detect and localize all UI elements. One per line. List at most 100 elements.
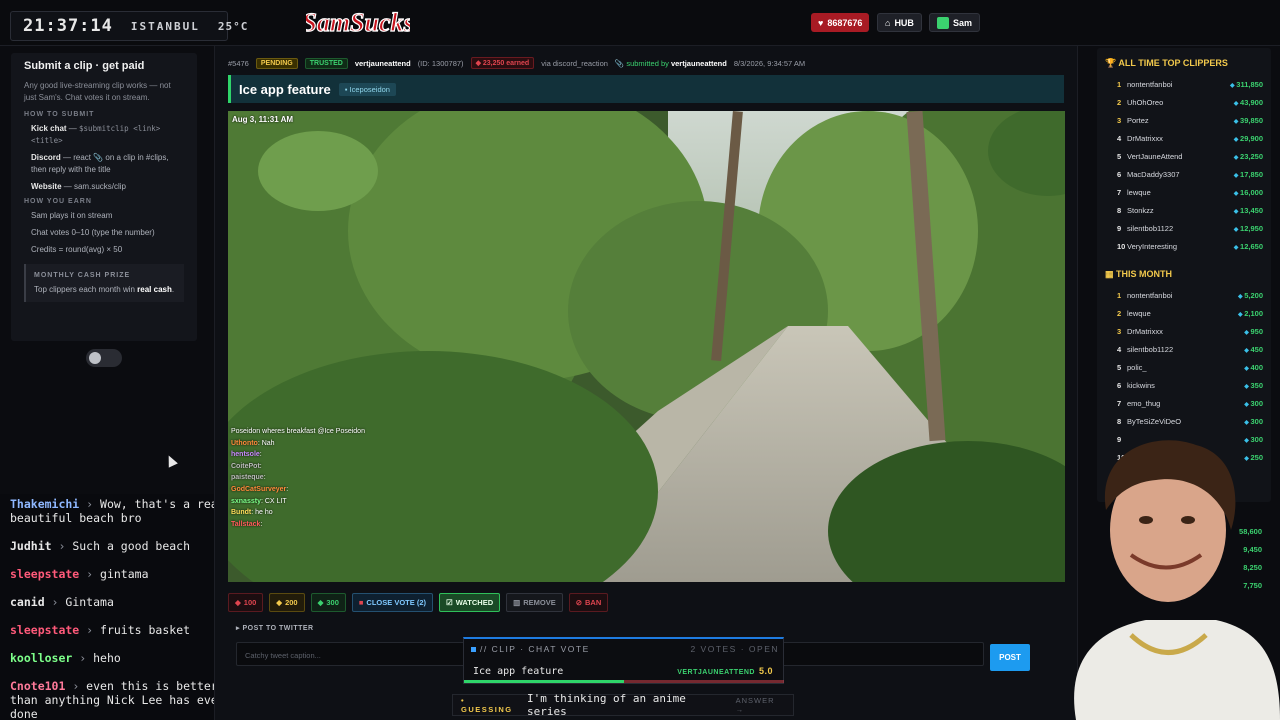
chat-text: gintama: [100, 567, 149, 581]
guessing-game-bar: • GUESSING I'm thinking of an anime seri…: [452, 692, 794, 718]
leaderboard-row[interactable]: 1 nontentfanboi 5,200: [1097, 286, 1271, 304]
award-100-button[interactable]: ◆ 100: [228, 593, 264, 612]
earn-step-3: Credits = round(avg) × 50: [31, 245, 123, 254]
twitter-heading-text: POST TO TWITTER: [242, 625, 314, 632]
overlay-chat-text: : CX LIT: [260, 497, 287, 505]
leaderboard-row[interactable]: 3 Portez 39,850: [1097, 111, 1271, 129]
submitter-name[interactable]: vertjauneattend: [355, 59, 411, 68]
leaderboard-rank: 1: [1117, 290, 1122, 300]
chat-username[interactable]: Judhit: [10, 539, 52, 553]
this-month-heading: ▦ THIS MONTH: [1105, 269, 1263, 280]
user-menu-button[interactable]: Sam: [929, 13, 981, 32]
status-badge-pending: PENDING: [255, 57, 298, 69]
all-time-list: 1 nontentfanboi 311,850 2 UhOhOreo 43,900 3 Por…: [1097, 75, 1271, 255]
submit-clip-title: Submit a clip · get paid: [24, 60, 145, 72]
streamer-chip[interactable]: ▪ Iceposeidon: [338, 82, 396, 96]
leaderboard-value: 5,200: [1238, 291, 1263, 300]
leaderboard-row[interactable]: 2 lewque 2,100: [1097, 304, 1271, 322]
chat-vote-header: // CLIP · CHAT VOTE 2 VOTES · OPEN: [471, 644, 779, 654]
overlay-chat-user: Uthonto: [231, 439, 258, 447]
leaderboard-row[interactable]: 1 nontentfanboi 311,850: [1097, 75, 1271, 93]
chat-username[interactable]: Thakemichi: [10, 497, 79, 511]
leaderboard-value: 311,850: [1230, 80, 1263, 89]
chat-username[interactable]: koolloser: [10, 651, 72, 665]
clock-temperature: 25°C: [217, 19, 249, 33]
watched-button[interactable]: ☑ WATCHED: [439, 593, 501, 612]
chat-username[interactable]: sleepstate: [10, 567, 79, 581]
leaderboard-name: silentbob1122: [1127, 344, 1174, 354]
close-vote-label: CLOSE VOTE (2): [366, 598, 427, 607]
award-300-button[interactable]: ◆ 300: [310, 593, 346, 612]
guessing-answer-link[interactable]: ANSWER →: [736, 696, 785, 714]
leaderboard-row[interactable]: 4 DrMatrixxx 29,900: [1097, 129, 1271, 147]
panel-toggle[interactable]: [86, 349, 122, 367]
clip-actions: ◆ 100 ◆ 200 ◆ 300 ■ CLOSE VOTE (2) ☑ WATCHED …: [228, 593, 609, 612]
overlay-chat-text: :: [286, 485, 289, 493]
hub-button[interactable]: ⌂ HUB: [877, 13, 922, 32]
leaderboard-value: 43,900: [1234, 98, 1263, 107]
post-tweet-button[interactable]: POST: [990, 644, 1030, 671]
leaderboard-row[interactable]: 8 Stonkzz 13,450: [1097, 201, 1271, 219]
overlay-chat-user: hentsole: [231, 451, 260, 459]
leaderboard-row[interactable]: 5 polic_ 400: [1097, 358, 1271, 376]
leaderboard-name: MacDaddy3307: [1127, 169, 1180, 179]
chat-separator: ›: [65, 679, 87, 693]
leaderboard-row[interactable]: 9 silentbob1122 12,950: [1097, 219, 1271, 237]
chat-vote-user: VERTJAUNEATTEND: [677, 669, 755, 676]
gem-balance: 8687676: [827, 17, 863, 28]
overlay-chat-message: hentsole:: [231, 449, 401, 461]
leaderboard-rank: 6: [1117, 169, 1122, 179]
monthly-prize-box: MONTHLY CASH PRIZE Top clippers each mon…: [24, 264, 184, 302]
site-logo[interactable]: SamSucks: [306, 4, 410, 40]
leaderboard-rank: 4: [1117, 133, 1122, 143]
close-vote-button[interactable]: ■ CLOSE VOTE (2): [351, 593, 434, 612]
gem-balance-button[interactable]: ♥ 8687676: [811, 13, 870, 32]
guessing-prompt: I'm thinking of an anime series: [526, 692, 686, 718]
award-200-button[interactable]: ◆ 200: [269, 593, 305, 612]
trash-icon: ▥: [513, 598, 521, 607]
submitted-by: 📎 submitted by vertjauneattend: [615, 59, 727, 68]
leaderboard-name: VertJauneAttend: [1127, 151, 1183, 161]
twitter-heading: ▸ POST TO TWITTER: [236, 624, 1064, 632]
clock-city: ISTANBUL: [130, 19, 200, 33]
leaderboard-row[interactable]: 10VeryInteresting 12,650: [1097, 237, 1271, 255]
overlay-chat-text: Poseidon wheres breakfast @Ice Poseidon: [231, 428, 365, 435]
avatar: [937, 16, 949, 29]
streamer-name: Iceposeidon: [349, 84, 390, 94]
leaderboard-value: 450: [1244, 345, 1263, 354]
chat-username[interactable]: canid: [10, 595, 45, 609]
clip-title: Ice app feature: [239, 81, 331, 97]
clock-widget: 21:37:14 ISTANBUL 25°C: [10, 11, 247, 41]
overlay-chat-user: Bundt: [231, 509, 252, 517]
leaderboard-row[interactable]: 2 UhOhOreo 43,900: [1097, 93, 1271, 111]
leaderboard-row[interactable]: 7 lewque 16,000: [1097, 183, 1271, 201]
leaderboard-row[interactable]: 6 kickwins 350: [1097, 376, 1271, 394]
website-label: Website: [31, 182, 62, 191]
remove-button[interactable]: ▥ REMOVE: [506, 593, 563, 612]
home-icon: ⌂: [885, 17, 891, 28]
earn-step-1: Sam plays it on stream: [31, 211, 113, 220]
clip-video-player[interactable]: Aug 3, 11:31 AM Poseidon wheres breakfas…: [228, 111, 1065, 582]
submitted-by-user[interactable]: vertjauneattend: [671, 59, 727, 68]
chat-vote-clip-title: Ice app feature: [473, 666, 564, 677]
leaderboard-row[interactable]: 7 emo_thug 300: [1097, 394, 1271, 412]
chat-username[interactable]: Cnote101: [10, 679, 65, 693]
leaderboard-row[interactable]: 4 silentbob1122 450: [1097, 340, 1271, 358]
clip-id: #5476: [228, 58, 249, 68]
leaderboard-rank: 5: [1117, 151, 1122, 161]
leaderboard-row[interactable]: 3 DrMatrixxx 950: [1097, 322, 1271, 340]
leaderboard-row[interactable]: 6 MacDaddy3307 17,850: [1097, 165, 1271, 183]
leaderboard-row[interactable]: 5 VertJauneAttend 23,250: [1097, 147, 1271, 165]
leaderboard-rank: 10: [1117, 241, 1126, 251]
chat-username[interactable]: sleepstate: [10, 623, 79, 637]
leaderboard-value: 300: [1244, 399, 1263, 408]
chat-vote-heading: // CLIP · CHAT VOTE: [480, 644, 590, 654]
gem-icon: ◆: [276, 598, 283, 607]
monthly-prize-highlight: real cash: [137, 285, 172, 294]
overlay-chat-text: : he ho: [251, 509, 273, 517]
ban-button[interactable]: ⊘ BAN: [568, 593, 609, 612]
clock-time: 21:37:14: [23, 16, 113, 36]
leaderboard-rank: 2: [1117, 308, 1122, 318]
paperclip-icon: 📎: [614, 58, 627, 68]
chat-text: Such a good beach: [72, 539, 191, 553]
